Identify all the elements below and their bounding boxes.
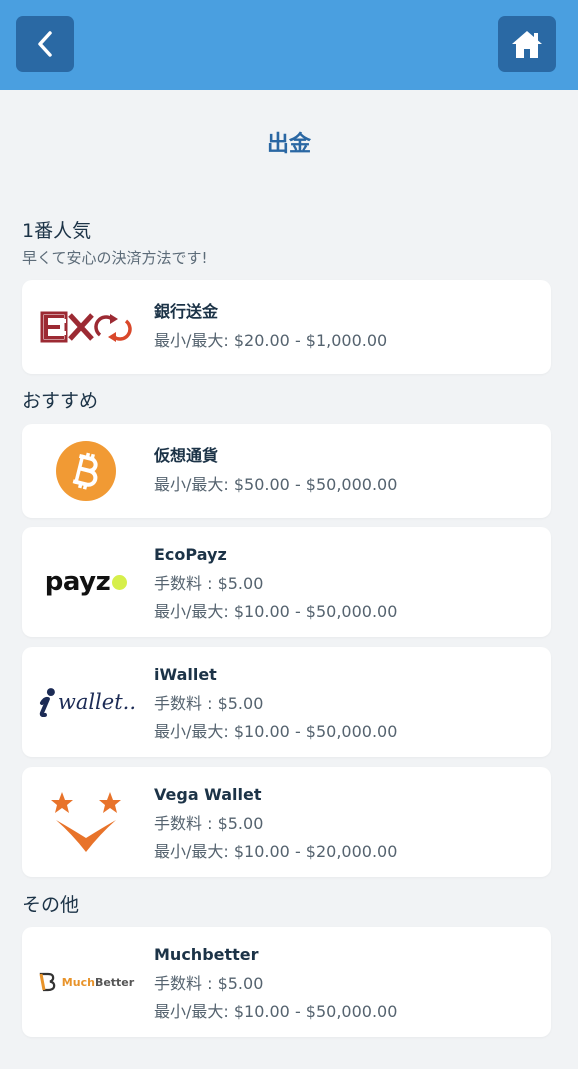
iwallet-logo: wallet.. — [36, 672, 136, 732]
method-name: Vega Wallet — [154, 785, 262, 804]
section-title-recommended: おすすめ — [22, 390, 99, 412]
payz-dot-icon — [112, 574, 128, 590]
back-button[interactable] — [16, 16, 74, 72]
method-fee: 手数料 : $5.00 — [154, 974, 264, 993]
section-title-other: その他 — [22, 894, 80, 916]
method-fee: 手数料 : $5.00 — [154, 694, 264, 713]
iwallet-i-icon — [39, 688, 55, 717]
home-icon — [512, 31, 542, 58]
method-limits: 最小/最大: $10.00 - $50,000.00 — [154, 1002, 398, 1021]
method-name: Muchbetter — [154, 945, 259, 964]
method-limits: 最小/最大: $10.00 - $50,000.00 — [154, 722, 398, 741]
payment-card-bank-transfer[interactable]: 銀行送金 最小/最大: $20.00 - $1,000.00 — [22, 280, 551, 374]
method-name: EcoPayz — [154, 545, 227, 564]
payment-card-ecopayz[interactable]: payz EcoPayz 手数料 : $5.00 最小/最大: $10.00 -… — [22, 527, 551, 637]
muchbetter-b-icon — [39, 972, 56, 992]
method-name: iWallet — [154, 665, 217, 684]
method-limits: 最小/最大: $10.00 - $50,000.00 — [154, 602, 398, 621]
section-title-popular: 1番人気 — [22, 220, 92, 242]
method-fee: 手数料 : $5.00 — [154, 574, 264, 593]
muchbetter-logo: Much Better — [36, 952, 136, 1012]
payment-card-iwallet[interactable]: wallet.. iWallet 手数料 : $5.00 最小/最大: $10.… — [22, 647, 551, 757]
method-limits: 最小/最大: $50.00 - $50,000.00 — [154, 475, 398, 494]
home-button[interactable] — [498, 16, 556, 72]
page-title: 出金 — [266, 132, 311, 157]
muchbetter-logo-text-much: Much — [61, 975, 95, 989]
payz-logo: payz — [36, 552, 136, 612]
bitcoin-logo — [36, 441, 136, 501]
payment-card-crypto[interactable]: 仮想通貨 最小/最大: $50.00 - $50,000.00 — [22, 424, 551, 518]
payz-logo-text: payz — [44, 567, 111, 597]
method-fee: 手数料 : $5.00 — [154, 814, 264, 833]
top-bar — [0, 0, 578, 90]
method-name: 銀行送金 — [154, 302, 219, 321]
chevron-left-icon — [38, 31, 52, 57]
iwallet-logo-text: wallet.. — [57, 690, 136, 714]
payment-card-vega-wallet[interactable]: Vega Wallet 手数料 : $5.00 最小/最大: $10.00 - … — [22, 767, 551, 877]
vega-stars-logo — [36, 792, 136, 852]
section-subtitle-popular: 早くて安心の決済方法です! — [22, 249, 208, 267]
method-limits: 最小/最大: $20.00 - $1,000.00 — [154, 331, 388, 350]
method-limits: 最小/最大: $10.00 - $20,000.00 — [154, 842, 398, 861]
muchbetter-logo-text-better: Better — [94, 975, 135, 989]
ex-bank-logo — [36, 297, 136, 357]
payment-card-muchbetter[interactable]: Much Better Muchbetter 手数料 : $5.00 最小/最大:… — [22, 927, 551, 1037]
method-name: 仮想通貨 — [154, 446, 219, 465]
